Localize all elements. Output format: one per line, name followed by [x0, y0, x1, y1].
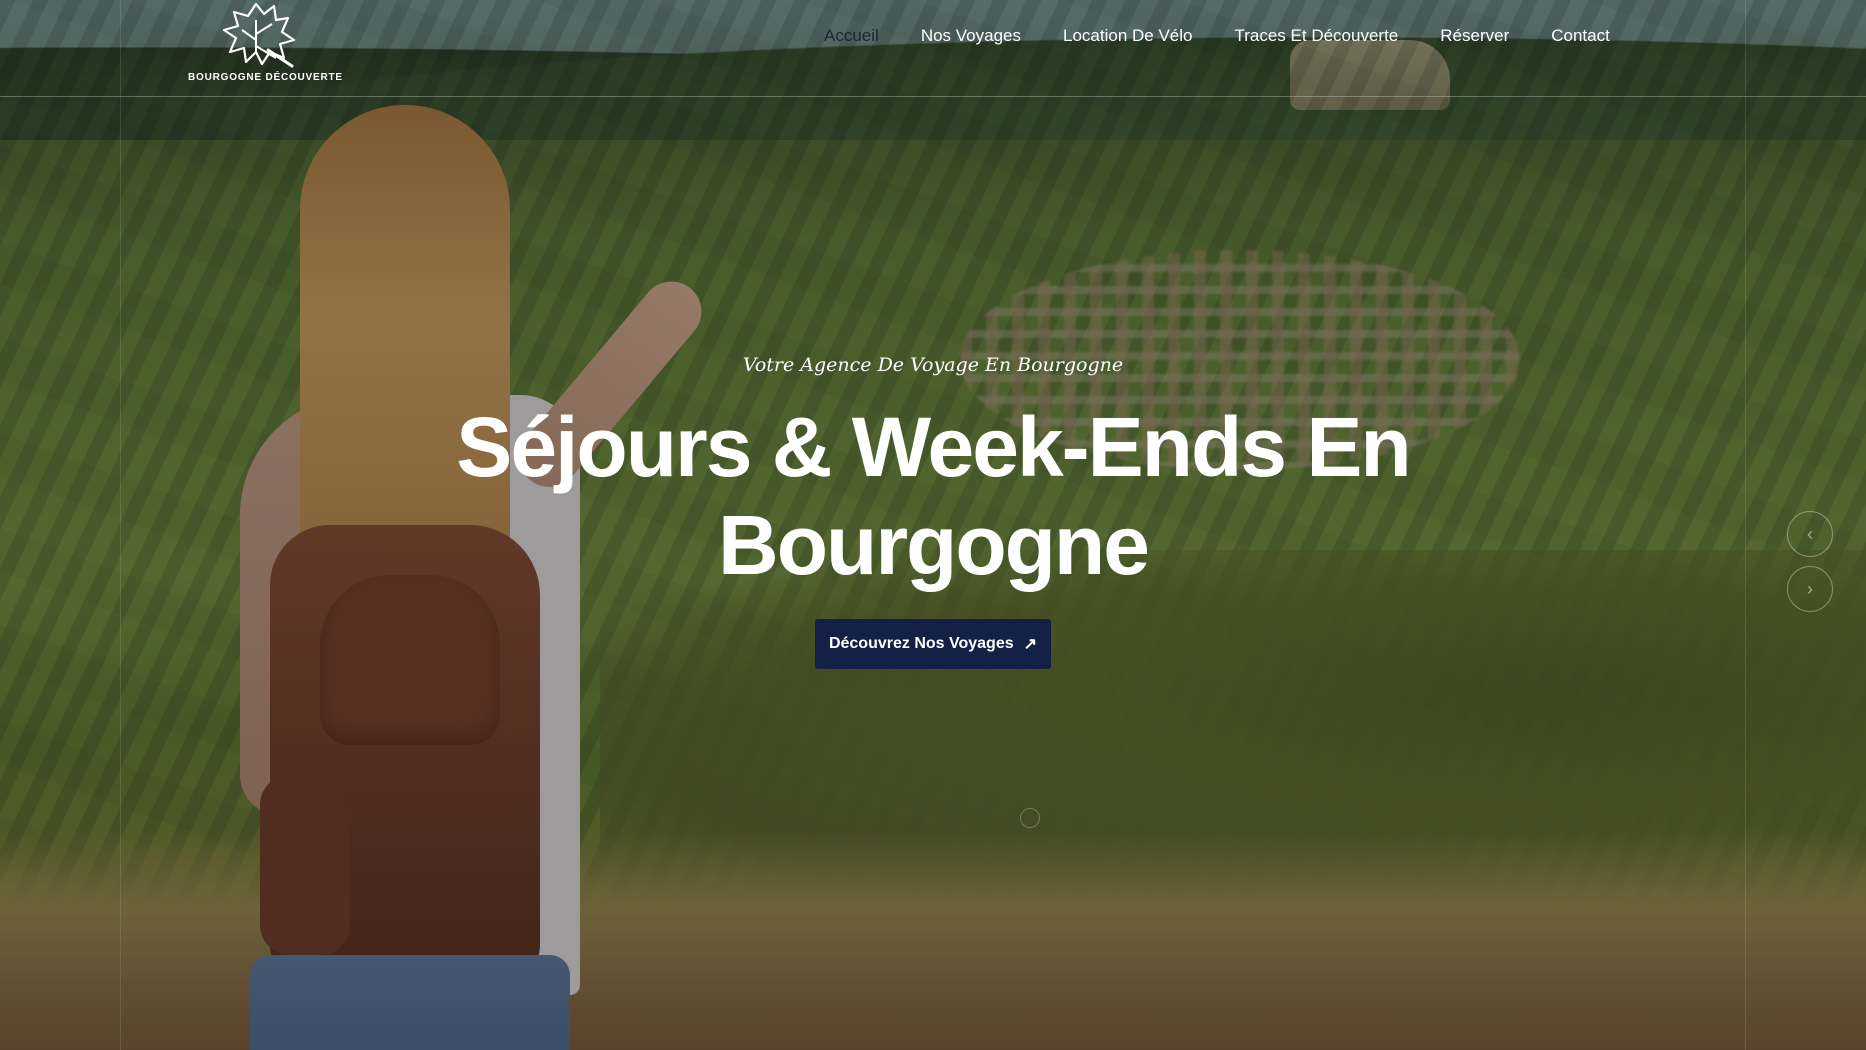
nav-item-contact[interactable]: Contact — [1551, 26, 1610, 46]
nav-item-nos-voyages[interactable]: Nos Voyages — [921, 26, 1021, 46]
nav-item-traces-et-decouverte[interactable]: Traces Et Découverte — [1234, 26, 1398, 46]
slider-next-button[interactable]: › — [1787, 566, 1833, 612]
nav-item-location-de-velo[interactable]: Location De Vélo — [1063, 26, 1192, 46]
discover-trips-label: Découvrez Nos Voyages — [828, 635, 1014, 652]
hero-title: Séjours & Week-Ends En Bourgogne — [400, 398, 1466, 594]
guide-line-right — [1745, 0, 1746, 1050]
discover-trips-button[interactable]: Découvrez Nos Voyages ↗ — [815, 619, 1051, 669]
hero-subtitle: Votre Agence De Voyage En Bourgogne — [742, 354, 1124, 376]
vine-leaf-logo-icon — [222, 2, 296, 68]
chevron-right-icon: › — [1807, 578, 1813, 599]
hero-title-line-1: Séjours & Week-Ends En — [456, 400, 1411, 494]
arrow-up-right-icon: ↗ — [1023, 636, 1038, 653]
nav-item-reserver[interactable]: Réserver — [1440, 26, 1509, 46]
chevron-left-icon: ‹ — [1807, 523, 1813, 544]
logo-text: BOURGOGNE DÉCOUVERTE — [188, 72, 343, 83]
header-divider — [0, 96, 1866, 97]
nav-item-accueil[interactable]: Accueil — [824, 26, 879, 46]
hero-title-line-2: Bourgogne — [718, 498, 1150, 592]
main-nav: Accueil Nos Voyages Location De Vélo Tra… — [824, 26, 1652, 46]
slider-prev-button[interactable]: ‹ — [1787, 511, 1833, 557]
guide-line-left — [120, 0, 121, 1050]
site-logo[interactable]: BOURGOGNE DÉCOUVERTE — [188, 0, 343, 90]
slider-indicator[interactable] — [1020, 808, 1040, 828]
